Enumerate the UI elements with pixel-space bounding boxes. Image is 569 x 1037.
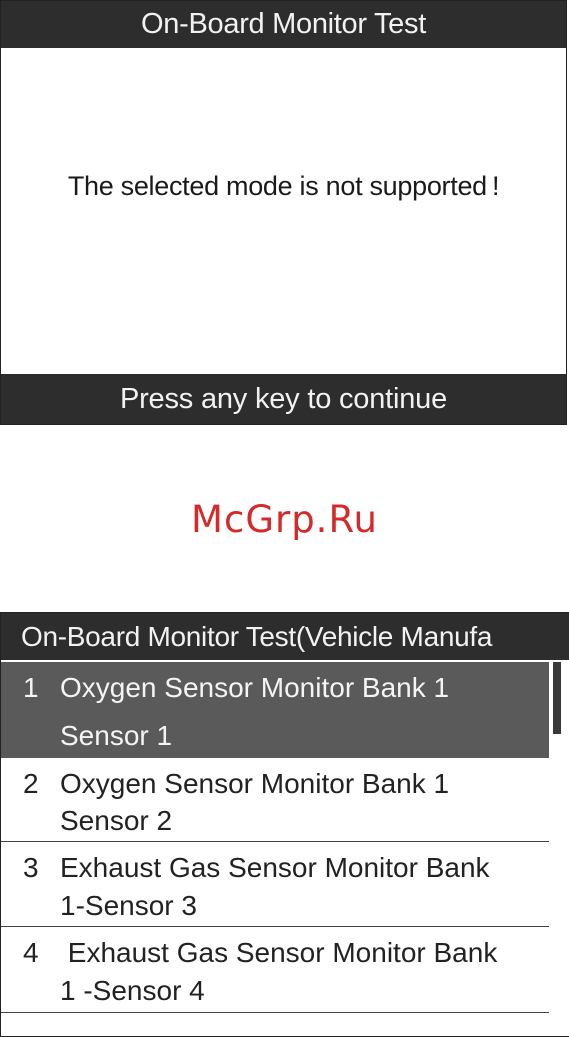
screen-monitor-list: On-Board Monitor Test(Vehicle Manufa 1 O…: [0, 612, 569, 1037]
screen-title: On-Board Monitor Test(Vehicle Manufa: [1, 613, 569, 660]
item-number: 3: [23, 852, 39, 883]
item-label-line2: 1 -Sensor 4: [60, 975, 205, 1006]
continue-prompt[interactable]: Press any key to continue: [1, 374, 566, 424]
item-label: Exhaust Gas Sensor Monitor Bank: [60, 852, 490, 883]
item-label-line2: Sensor 2: [60, 805, 173, 836]
item-label: Exhaust Gas Sensor Monitor Bank: [60, 937, 498, 968]
screen-not-supported: On-Board Monitor Test The selected mode …: [0, 0, 567, 425]
watermark: McGrp.Ru: [191, 498, 378, 541]
screen-title: On-Board Monitor Test: [1, 1, 566, 48]
list-item[interactable]: 4 Exhaust Gas Sensor Monitor Bank 1 -Sen…: [1, 927, 549, 1013]
scrollbar[interactable]: [553, 662, 561, 734]
item-label-line2: Sensor 1: [60, 720, 173, 751]
item-label: Oxygen Sensor Monitor Bank 1: [60, 672, 450, 703]
item-label-line2: 1-Sensor 3: [60, 890, 197, 921]
list-item[interactable]: 2 Oxygen Sensor Monitor Bank 1 Sensor 2: [1, 758, 549, 842]
list-item[interactable]: 1 Oxygen Sensor Monitor Bank 1 Sensor 1: [1, 662, 549, 758]
message-text: The selected mode is not supported !: [67, 171, 500, 201]
item-number: 4: [23, 937, 39, 968]
item-number: 2: [23, 768, 39, 799]
list-item[interactable]: 3 Exhaust Gas Sensor Monitor Bank 1-Sens…: [1, 842, 549, 927]
test-list: 1 Oxygen Sensor Monitor Bank 1 Sensor 1 …: [1, 662, 549, 1013]
item-number: 1: [23, 672, 39, 703]
item-label: Oxygen Sensor Monitor Bank 1: [60, 768, 450, 799]
